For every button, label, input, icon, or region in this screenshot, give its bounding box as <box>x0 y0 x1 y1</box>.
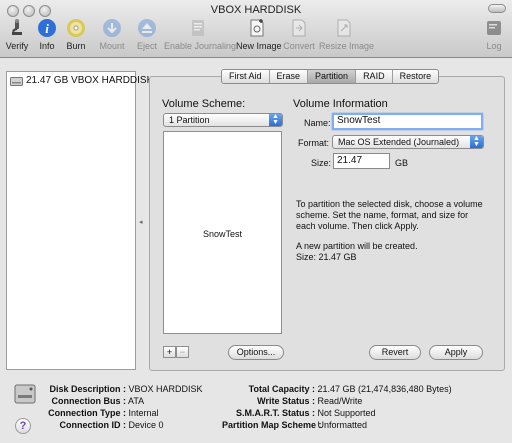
disk-sidebar: 21.47 GB VBOX HARDDISK <box>6 71 153 370</box>
options-button[interactable]: Options... <box>228 345 284 360</box>
info-button[interactable]: i Info <box>36 18 58 54</box>
info-row: Disk Description : VBOX HARDDISK <box>49 384 203 394</box>
tab-partition[interactable]: Partition <box>308 70 357 83</box>
popup-arrows-icon: ▲ ▼ <box>470 136 483 148</box>
mount-icon <box>103 19 121 37</box>
convert-button[interactable]: Convert <box>283 18 315 54</box>
hard-disk-icon <box>10 77 23 86</box>
new-image-icon <box>250 19 264 37</box>
info-row: S.M.A.R.T. Status : Not Supported <box>235 408 376 418</box>
info-row: Connection Type : Internal <box>48 408 159 418</box>
burn-icon <box>67 19 85 37</box>
toolbar-toggle-button[interactable] <box>488 4 506 13</box>
disk-info-right: Total Capacity : 21.47 GB (21,474,836,48… <box>222 383 452 431</box>
volume-scheme-value: 1 Partition <box>169 115 210 125</box>
volume-scheme-select[interactable]: 1 Partition ▲ ▼ <box>163 113 283 127</box>
info-row: Write Status : Read/Write <box>257 396 363 406</box>
partition-layout-view[interactable]: SnowTest <box>163 131 282 334</box>
info-row: Connection Bus : ATA <box>51 396 145 406</box>
split-view-handle[interactable]: ◂ <box>139 218 143 226</box>
eject-button[interactable]: Eject <box>135 18 159 54</box>
info-row: Total Capacity : 21.47 GB (21,474,836,48… <box>248 384 452 394</box>
tab-restore[interactable]: Restore <box>393 70 439 83</box>
volume-scheme-heading: Volume Scheme: <box>162 98 246 110</box>
burn-button[interactable]: Burn <box>64 18 88 54</box>
new-image-button[interactable]: New Image <box>236 18 282 54</box>
journal-icon <box>191 20 204 36</box>
log-icon <box>487 21 501 35</box>
info-row: Partition Map Scheme : Unformatted <box>222 420 368 430</box>
partition-size-text: Size: 21.47 GB <box>296 252 357 262</box>
svg-text:i: i <box>45 21 49 36</box>
partition-status-text: A new partition will be created. <box>296 241 418 251</box>
apply-button[interactable]: Apply <box>429 345 483 360</box>
format-value: Mac OS Extended (Journaled) <box>338 137 460 147</box>
resize-image-icon <box>337 19 351 37</box>
tab-bar: First Aid Erase Partition RAID Restore <box>221 69 440 84</box>
tab-first-aid[interactable]: First Aid <box>222 70 270 83</box>
remove-partition-button[interactable]: − <box>176 346 189 358</box>
resize-image-button[interactable]: Resize Image <box>319 18 374 54</box>
size-unit-label: GB <box>395 158 409 168</box>
mount-button[interactable]: Mount <box>98 18 126 54</box>
partition-instructions: To partition the selected disk, choose a… <box>296 199 483 231</box>
log-button[interactable]: Log <box>484 18 504 54</box>
size-field[interactable]: 21.47 <box>333 153 390 169</box>
add-partition-button[interactable]: + <box>163 346 176 358</box>
info-row: Connection ID : Device 0 <box>59 420 164 430</box>
convert-icon <box>292 19 306 37</box>
size-label: Size: <box>311 158 332 168</box>
toolbar-area: VBOX HARDDISK Verify i Info Burn Mount E… <box>0 0 512 58</box>
name-field[interactable]: SnowTest <box>332 113 483 130</box>
tab-raid[interactable]: RAID <box>356 70 393 83</box>
disk-utility-window: VBOX HARDDISK Verify i Info Burn Mount E… <box>0 0 512 443</box>
window-title: VBOX HARDDISK <box>210 4 302 16</box>
info-icon: i <box>38 19 56 37</box>
hard-disk-icon <box>14 384 36 404</box>
microscope-icon <box>12 19 22 35</box>
popup-arrows-icon: ▲ ▼ <box>269 114 282 126</box>
verify-button[interactable]: Verify <box>4 18 30 54</box>
partition-block-label: SnowTest <box>202 229 243 239</box>
volume-information-heading: Volume Information <box>293 98 388 110</box>
format-label: Format: <box>298 138 330 148</box>
format-select[interactable]: Mac OS Extended (Journaled) ▲ ▼ <box>332 135 484 149</box>
tab-erase[interactable]: Erase <box>270 70 309 83</box>
name-label: Name: <box>304 118 331 128</box>
sidebar-item-label: 21.47 GB VBOX HARDDISK <box>26 75 154 86</box>
sidebar-item-vbox-harddisk[interactable]: 21.47 GB VBOX HARDDISK <box>7 74 153 89</box>
eject-icon <box>138 19 156 37</box>
help-button[interactable]: ? <box>15 418 31 434</box>
disk-info-left: Disk Description : VBOX HARDDISK Connect… <box>40 383 203 431</box>
revert-button[interactable]: Revert <box>369 345 421 360</box>
enable-journaling-button[interactable]: Enable Journaling <box>164 18 236 54</box>
